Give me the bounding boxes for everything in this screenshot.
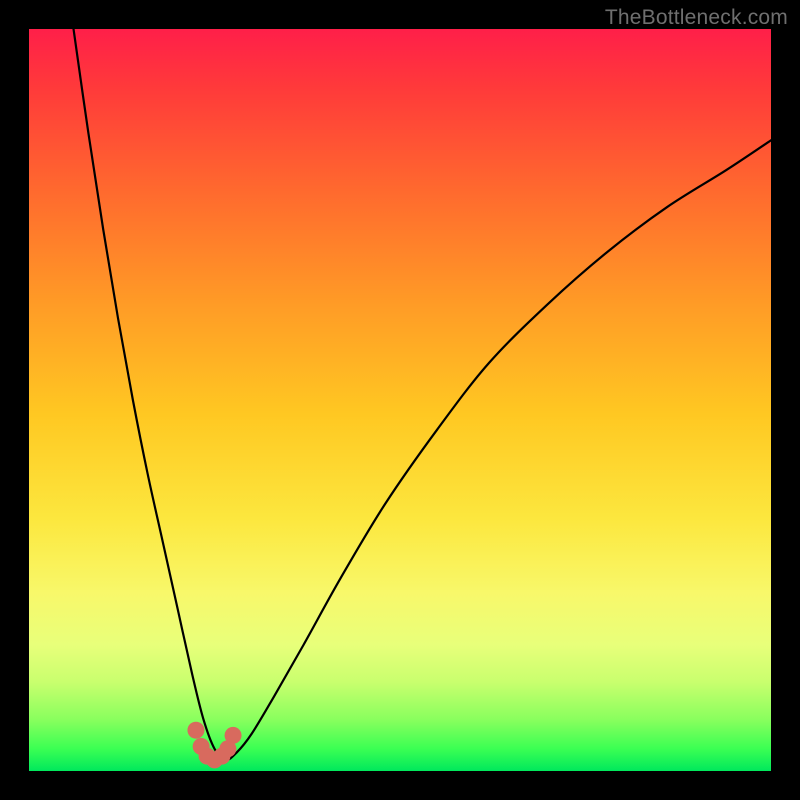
bottleneck-curve-line	[74, 29, 771, 760]
chart-plot-area	[29, 29, 771, 771]
highlight-dot	[225, 727, 242, 744]
highlight-dot	[187, 722, 204, 739]
highlight-region	[187, 722, 241, 769]
watermark-text: TheBottleneck.com	[605, 6, 788, 30]
chart-svg	[29, 29, 771, 771]
